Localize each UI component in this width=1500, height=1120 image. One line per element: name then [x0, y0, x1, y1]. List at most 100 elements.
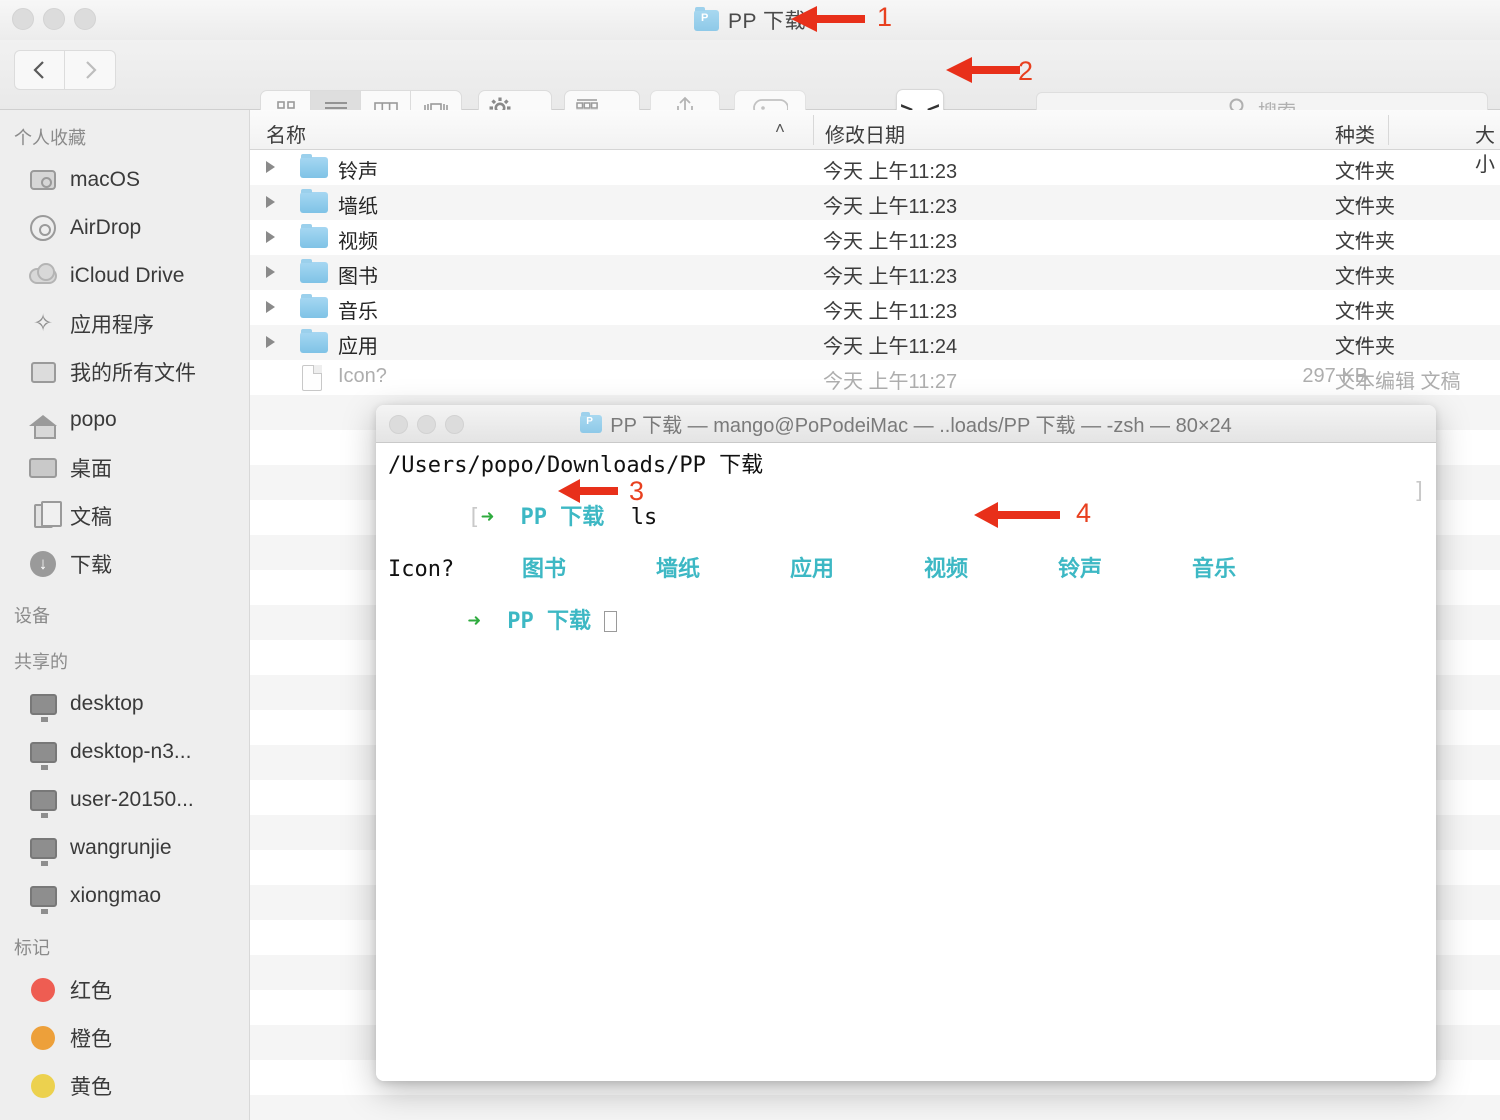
- sidebar-item-label: 我的所有文件: [70, 362, 196, 385]
- sidebar-group-title: 标记: [14, 938, 50, 958]
- terminal-ls-output-item: 音乐: [1192, 557, 1237, 582]
- row-kind: 文件夹: [1335, 266, 1395, 288]
- row-modified-date: 今天 上午11:24: [823, 336, 958, 358]
- sidebar-item-label: 文稿: [70, 506, 112, 529]
- sidebar-item-desktop[interactable]: desktop: [0, 680, 249, 728]
- sidebar-item--[interactable]: 桌面: [0, 444, 249, 492]
- folder-icon: [300, 154, 328, 178]
- folder-icon: [300, 189, 328, 213]
- sidebar-item-icloud-drive[interactable]: iCloud Drive: [0, 252, 249, 300]
- sidebar-item-label: 桌面: [70, 458, 112, 481]
- terminal-command-line: [➜ PP 下载 ls: [388, 479, 1424, 557]
- sidebar-item--[interactable]: 橙色: [0, 1014, 249, 1062]
- sidebar-item-label: xiongmao: [70, 884, 162, 907]
- zoom-button[interactable]: [74, 8, 96, 30]
- finder-sidebar[interactable]: 个人收藏 macOS AirDrop iCloud Drive ✧ 应用程序我的所有文件 p…: [0, 110, 250, 1120]
- sidebar-item--[interactable]: 我的所有文件: [0, 348, 249, 396]
- back-button[interactable]: [14, 50, 65, 90]
- sidebar-item-xiongmao[interactable]: xiongmao: [0, 872, 249, 920]
- disclosure-triangle-icon[interactable]: [266, 301, 275, 313]
- terminal-window[interactable]: PP 下载 — mango@PoPodeiMac — ..loads/PP 下载…: [376, 405, 1436, 1081]
- finder-traffic-lights: [12, 8, 96, 30]
- all-my-files-icon: [28, 357, 58, 387]
- desktop-icon: [28, 453, 58, 483]
- sidebar-item-label: wangrunjie: [70, 836, 172, 859]
- home-icon: [28, 405, 58, 439]
- terminal-cursor: [604, 611, 618, 632]
- disclosure-triangle-icon[interactable]: [266, 266, 275, 278]
- tag-dot-icon: [28, 975, 58, 1005]
- sidebar-item--[interactable]: 黄色: [0, 1062, 249, 1110]
- sidebar-item-macos[interactable]: macOS: [0, 156, 249, 204]
- sidebar-item-popo[interactable]: popo: [0, 396, 249, 444]
- terminal-cwd-line: /Users/popo/Downloads/PP 下载: [388, 453, 764, 478]
- sidebar-item--[interactable]: ✧ 应用程序: [0, 300, 249, 348]
- sort-ascending-icon: ˄: [775, 119, 785, 138]
- row-name: 铃声: [338, 161, 378, 183]
- table-row[interactable]: 应用 今天 上午11:24 -- 文件夹: [250, 325, 1500, 360]
- disclosure-triangle-icon[interactable]: [266, 196, 275, 208]
- sidebar-item-label: macOS: [70, 168, 141, 191]
- cloud-icon: [28, 261, 58, 291]
- annotation-number-1: 1: [877, 2, 893, 32]
- sidebar-item-label: 红色: [70, 980, 112, 1003]
- sidebar-group-title: 设备: [14, 606, 50, 626]
- row-name: 墙纸: [338, 196, 378, 218]
- sidebar-item-wangrunjie[interactable]: wangrunjie: [0, 824, 249, 872]
- terminal-close-button[interactable]: [389, 415, 408, 434]
- annotation-arrow-3: [556, 476, 620, 506]
- minimize-button[interactable]: [43, 8, 65, 30]
- prompt-directory: PP 下载: [507, 609, 591, 634]
- table-row[interactable]: 视频 今天 上午11:23 -- 文件夹: [250, 220, 1500, 255]
- table-row[interactable]: 铃声 今天 上午11:23 -- 文件夹: [250, 150, 1500, 185]
- tag-dot-icon: [28, 1071, 58, 1101]
- terminal-body[interactable]: /Users/popo/Downloads/PP 下载 [➜ PP 下载 ls …: [376, 443, 1436, 1081]
- sidebar-item-label: 黄色: [70, 1076, 112, 1099]
- sidebar-item-label: desktop: [70, 692, 144, 715]
- terminal-ls-command: ls: [630, 505, 658, 530]
- sidebar-item-desktop-n3-[interactable]: desktop-n3...: [0, 728, 249, 776]
- sidebar-group-title: 个人收藏: [14, 128, 86, 148]
- tag-dot-icon: [28, 1023, 58, 1053]
- disclosure-triangle-icon[interactable]: [266, 161, 275, 173]
- sidebar-item-airdrop[interactable]: AirDrop: [0, 204, 249, 252]
- row-kind: 文件夹: [1335, 161, 1395, 183]
- column-header-date[interactable]: 修改日期: [825, 119, 905, 148]
- annotation-number-2: 2: [1018, 56, 1034, 86]
- applications-icon: ✧: [32, 310, 54, 337]
- sidebar-item--[interactable]: ↓ 下载: [0, 540, 249, 588]
- terminal-minimize-button[interactable]: [417, 415, 436, 434]
- forward-button[interactable]: [65, 50, 116, 90]
- terminal-zoom-button[interactable]: [445, 415, 464, 434]
- table-row[interactable]: Icon? 今天 上午11:27 297 KB 文本编辑 文稿: [250, 360, 1500, 395]
- terminal-window-title: PP 下载 — mango@PoPodeiMac — ..loads/PP 下载…: [580, 409, 1232, 438]
- column-header-kind[interactable]: 种类: [1335, 119, 1375, 148]
- terminal-traffic-lights: [389, 415, 464, 434]
- terminal-ls-output-item: 应用: [790, 557, 835, 582]
- row-name: 应用: [338, 336, 378, 358]
- table-row[interactable]: 图书 今天 上午11:23 -- 文件夹: [250, 255, 1500, 290]
- table-row[interactable]: 墙纸 今天 上午11:23 -- 文件夹: [250, 185, 1500, 220]
- annotation-arrow-1: [789, 3, 867, 35]
- disclosure-triangle-icon[interactable]: [266, 231, 275, 243]
- sidebar-item-user-20150-[interactable]: user-20150...: [0, 776, 249, 824]
- annotation-number-4: 4: [1076, 498, 1092, 528]
- column-header-name[interactable]: 名称: [266, 119, 306, 148]
- close-button[interactable]: [12, 8, 34, 30]
- table-row[interactable]: 音乐 今天 上午11:23 -- 文件夹: [250, 290, 1500, 325]
- sidebar-item-label: 橙色: [70, 1028, 112, 1051]
- disclosure-triangle-icon[interactable]: [266, 336, 275, 348]
- folder-icon: [580, 411, 603, 433]
- finder-toolbar: ⌄ ⌄: [0, 40, 1500, 131]
- sidebar-item--[interactable]: 红色: [0, 966, 249, 1014]
- prompt-arrow-icon: ➜: [467, 609, 481, 634]
- sidebar-group-title: 共享的: [14, 652, 68, 672]
- file-list-column-headers: 名称 ˄ 修改日期 大小 种类: [250, 110, 1500, 176]
- row-kind: 文件夹: [1335, 336, 1395, 358]
- row-name: 视频: [338, 231, 378, 253]
- terminal-window-title-text: PP 下载 — mango@PoPodeiMac — ..loads/PP 下载…: [610, 415, 1232, 437]
- terminal-ls-output-item: 视频: [924, 557, 969, 582]
- sidebar-item-label: desktop-n3...: [70, 740, 192, 763]
- terminal-ls-output-item: 图书: [522, 557, 567, 582]
- sidebar-item--[interactable]: 文稿: [0, 492, 249, 540]
